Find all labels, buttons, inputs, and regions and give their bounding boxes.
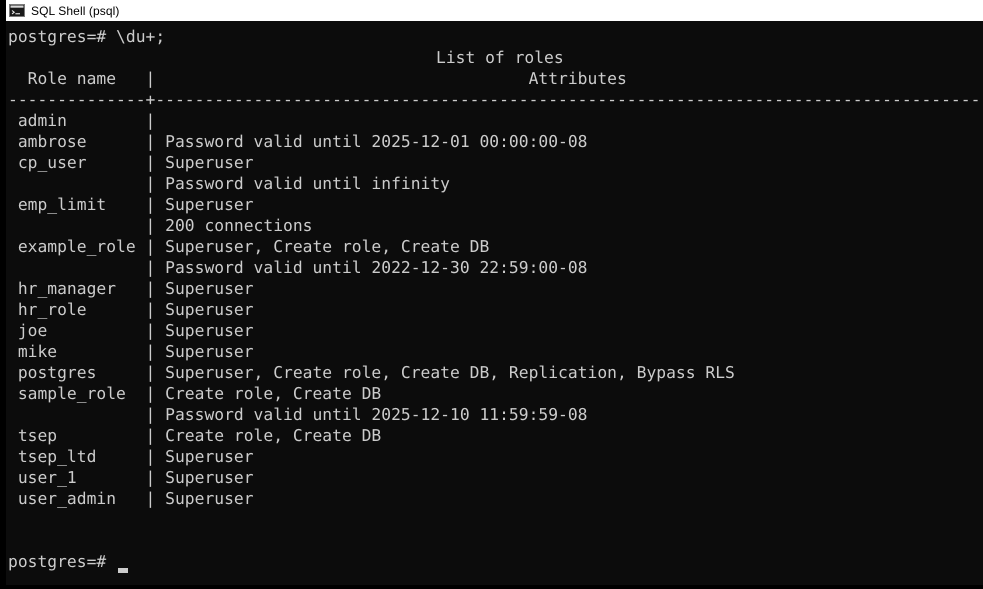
table-row: example_role | Superuser, Create role, C… — [8, 236, 983, 257]
table-row: tsep | Create role, Create DB | {} | — [8, 425, 983, 446]
table-row: | Password valid until 2025-12-10 11:59:… — [8, 404, 983, 425]
trailing-prompt: postgres=# — [8, 551, 116, 572]
table-row: | 200 connections | | — [8, 215, 983, 236]
table-row: | Password valid until infinity | | — [8, 173, 983, 194]
table-row: postgres | Superuser, Create role, Creat… — [8, 362, 983, 383]
table-separator-row: --------------+-------------------------… — [8, 89, 983, 110]
table-row: emp_limit | Superuser +| {} | — [8, 194, 983, 215]
command-prompt-line: postgres=# \du+; — [8, 26, 165, 47]
table-row: user_admin | Superuser | {} | — [8, 488, 983, 509]
table-row: hr_role | Superuser | {} | — [8, 299, 983, 320]
table-row: hr_manager | Superuser | {} | — [8, 278, 983, 299]
table-row: cp_user | Superuser +| {} | — [8, 152, 983, 173]
table-header-row: Role name | Attributes | Member of | Des… — [8, 68, 983, 89]
table-row: mike | Superuser | {} | — [8, 341, 983, 362]
window-titlebar[interactable]: SQL Shell (psql) — [6, 0, 983, 21]
table-row: admin | | {} | — [8, 110, 983, 131]
block-cursor — [118, 568, 128, 573]
table-row: user_1 | Superuser | {} | — [8, 467, 983, 488]
terminal-output-area[interactable]: postgres=# \du+; List of roles Role name… — [6, 21, 983, 585]
table-row: joe | Superuser | {} | — [8, 320, 983, 341]
window-title: SQL Shell (psql) — [31, 4, 120, 18]
sql-shell-window: SQL Shell (psql) postgres=# \du+; List o… — [0, 0, 983, 589]
table-row: sample_role | Create role, Create DB +| … — [8, 383, 983, 404]
table-row: ambrose | Password valid until 2025-12-0… — [8, 131, 983, 152]
table-row: | Password valid until 2022-12-30 22:59:… — [8, 257, 983, 278]
table-row: tsep_ltd | Superuser | {} | — [8, 446, 983, 467]
console-icon — [9, 3, 25, 18]
table-title: List of roles — [436, 47, 564, 68]
